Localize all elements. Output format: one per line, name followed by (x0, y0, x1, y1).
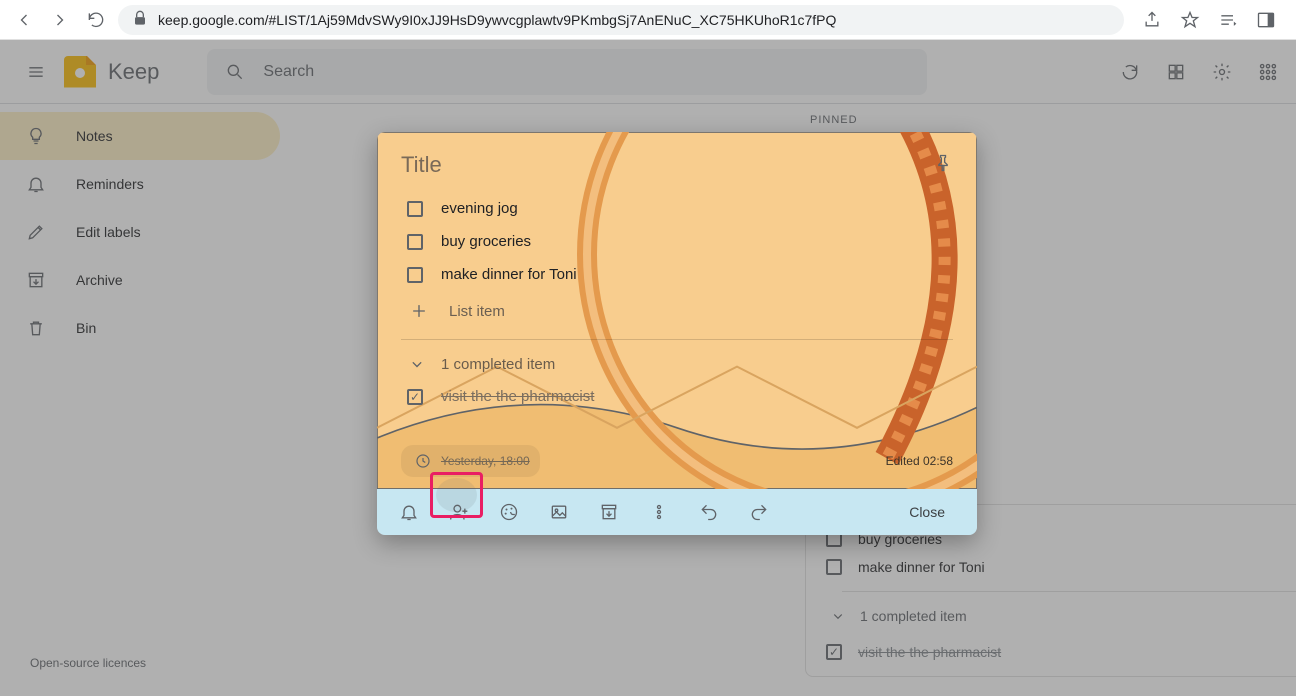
list-item[interactable]: make dinner for Toni (401, 258, 953, 291)
back-button[interactable] (10, 6, 38, 34)
add-item-placeholder: List item (449, 303, 505, 320)
list-item-label[interactable]: visit the the pharmacist (441, 388, 594, 405)
collaborator-button[interactable] (441, 494, 477, 530)
clock-icon (411, 449, 435, 473)
note-toolbar: Close (377, 489, 977, 535)
url-text: keep.google.com/#LIST/1Aj59MdvSWy9I0xJJ9… (158, 12, 836, 28)
browser-chrome: keep.google.com/#LIST/1Aj59MdvSWy9I0xJJ9… (0, 0, 1296, 40)
checkbox-icon[interactable] (407, 201, 423, 217)
list-item-label[interactable]: make dinner for Toni (441, 266, 577, 283)
undo-button[interactable] (691, 494, 727, 530)
app-frame: Keep Search Notes Reminders Edit lab (0, 40, 1296, 696)
list-item[interactable]: visit the the pharmacist (401, 380, 953, 413)
share-icon[interactable] (1140, 8, 1164, 32)
checkbox-icon[interactable] (407, 267, 423, 283)
lock-icon (130, 8, 150, 31)
completed-toggle[interactable]: 1 completed item (401, 344, 953, 380)
add-image-button[interactable] (541, 494, 577, 530)
title-input[interactable]: Title (401, 152, 442, 178)
archive-button[interactable] (591, 494, 627, 530)
checkbox-icon[interactable] (407, 234, 423, 250)
chrome-actions (1132, 8, 1286, 32)
background-button[interactable] (491, 494, 527, 530)
plus-icon (407, 299, 431, 323)
list-item-label[interactable]: evening jog (441, 200, 518, 217)
completed-label: 1 completed item (441, 356, 555, 373)
more-button[interactable] (641, 494, 677, 530)
checkbox-checked-icon[interactable] (407, 389, 423, 405)
edited-timestamp: Edited 02:58 (886, 454, 953, 468)
reminder-text: Yesterday, 18:00 (441, 454, 530, 468)
list-item[interactable]: evening jog (401, 192, 953, 225)
note-editor-modal: Title evening jog buy groceries make din… (377, 132, 977, 535)
star-icon[interactable] (1178, 8, 1202, 32)
redo-button[interactable] (741, 494, 777, 530)
reload-button[interactable] (82, 6, 110, 34)
list-item-label[interactable]: buy groceries (441, 233, 531, 250)
panel-icon[interactable] (1254, 8, 1278, 32)
chevron-down-icon (405, 352, 429, 376)
add-list-item[interactable]: List item (401, 291, 953, 331)
music-icon[interactable] (1216, 8, 1240, 32)
remind-me-button[interactable] (391, 494, 427, 530)
list-item[interactable]: buy groceries (401, 225, 953, 258)
forward-button[interactable] (46, 6, 74, 34)
separator (401, 339, 953, 340)
close-button[interactable]: Close (891, 496, 963, 528)
reminder-chip[interactable]: Yesterday, 18:00 (401, 445, 540, 477)
pin-icon[interactable] (933, 153, 953, 178)
url-bar[interactable]: keep.google.com/#LIST/1Aj59MdvSWy9I0xJJ9… (118, 5, 1124, 35)
